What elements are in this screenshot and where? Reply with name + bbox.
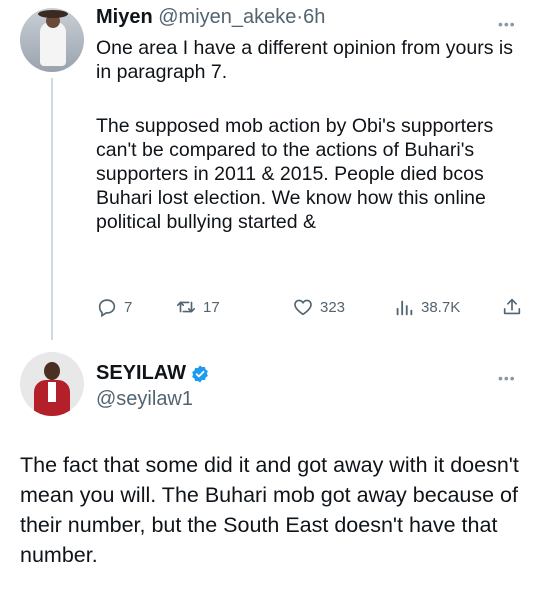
tweet-seyilaw[interactable]: SEYILAW @seyilaw1 ••• The fact that some… bbox=[0, 340, 539, 598]
more-options-icon[interactable]: ••• bbox=[498, 370, 516, 386]
display-name[interactable]: Miyen bbox=[96, 6, 153, 28]
display-name-row: SEYILAW bbox=[96, 362, 210, 385]
heart-icon bbox=[294, 299, 312, 316]
share-icon bbox=[503, 298, 521, 315]
avatar-miyen[interactable] bbox=[20, 8, 84, 72]
retweet-count: 17 bbox=[203, 298, 220, 316]
tweet-actions: 7 17 323 38.7K bbox=[96, 296, 526, 322]
verified-badge-icon bbox=[192, 365, 208, 382]
avatar-seyilaw[interactable] bbox=[20, 352, 84, 416]
timestamp[interactable]: 6h bbox=[303, 6, 325, 28]
tweet-paragraph: The supposed mob action by Obi's support… bbox=[96, 115, 494, 233]
tweet-paragraph: One area I have a different opinion from… bbox=[96, 37, 513, 83]
avatar-hat bbox=[38, 10, 68, 18]
display-name[interactable]: SEYILAW bbox=[96, 362, 186, 385]
tweet-text: One area I have a different opinion from… bbox=[96, 36, 526, 234]
retweet-button[interactable]: 17 bbox=[175, 296, 220, 318]
views-icon bbox=[396, 300, 413, 316]
username-handle[interactable]: @miyen_akeke bbox=[158, 6, 296, 28]
tweet-text: The fact that some did it and got away w… bbox=[20, 453, 519, 567]
reply-icon bbox=[98, 299, 116, 318]
thread-line bbox=[51, 78, 53, 340]
views-count: 38.7K bbox=[421, 298, 461, 316]
username-handle[interactable]: @seyilaw1 bbox=[96, 388, 193, 411]
tweet-miyen[interactable]: Miyen @miyen_akeke·6h ••• One area I hav… bbox=[0, 0, 539, 340]
views-button[interactable]: 38.7K bbox=[393, 296, 460, 318]
reply-count: 7 bbox=[124, 298, 133, 316]
avatar-figure bbox=[40, 22, 66, 66]
tweet-header: Miyen @miyen_akeke·6h bbox=[96, 6, 325, 29]
share-button[interactable] bbox=[501, 296, 523, 318]
like-count: 323 bbox=[320, 298, 346, 316]
reply-button[interactable]: 7 bbox=[96, 296, 132, 318]
like-button[interactable]: 323 bbox=[292, 296, 345, 318]
avatar-shirt bbox=[48, 382, 56, 402]
avatar-head bbox=[44, 362, 60, 380]
retweet-icon bbox=[176, 301, 196, 313]
more-options-icon[interactable]: ••• bbox=[498, 16, 516, 32]
